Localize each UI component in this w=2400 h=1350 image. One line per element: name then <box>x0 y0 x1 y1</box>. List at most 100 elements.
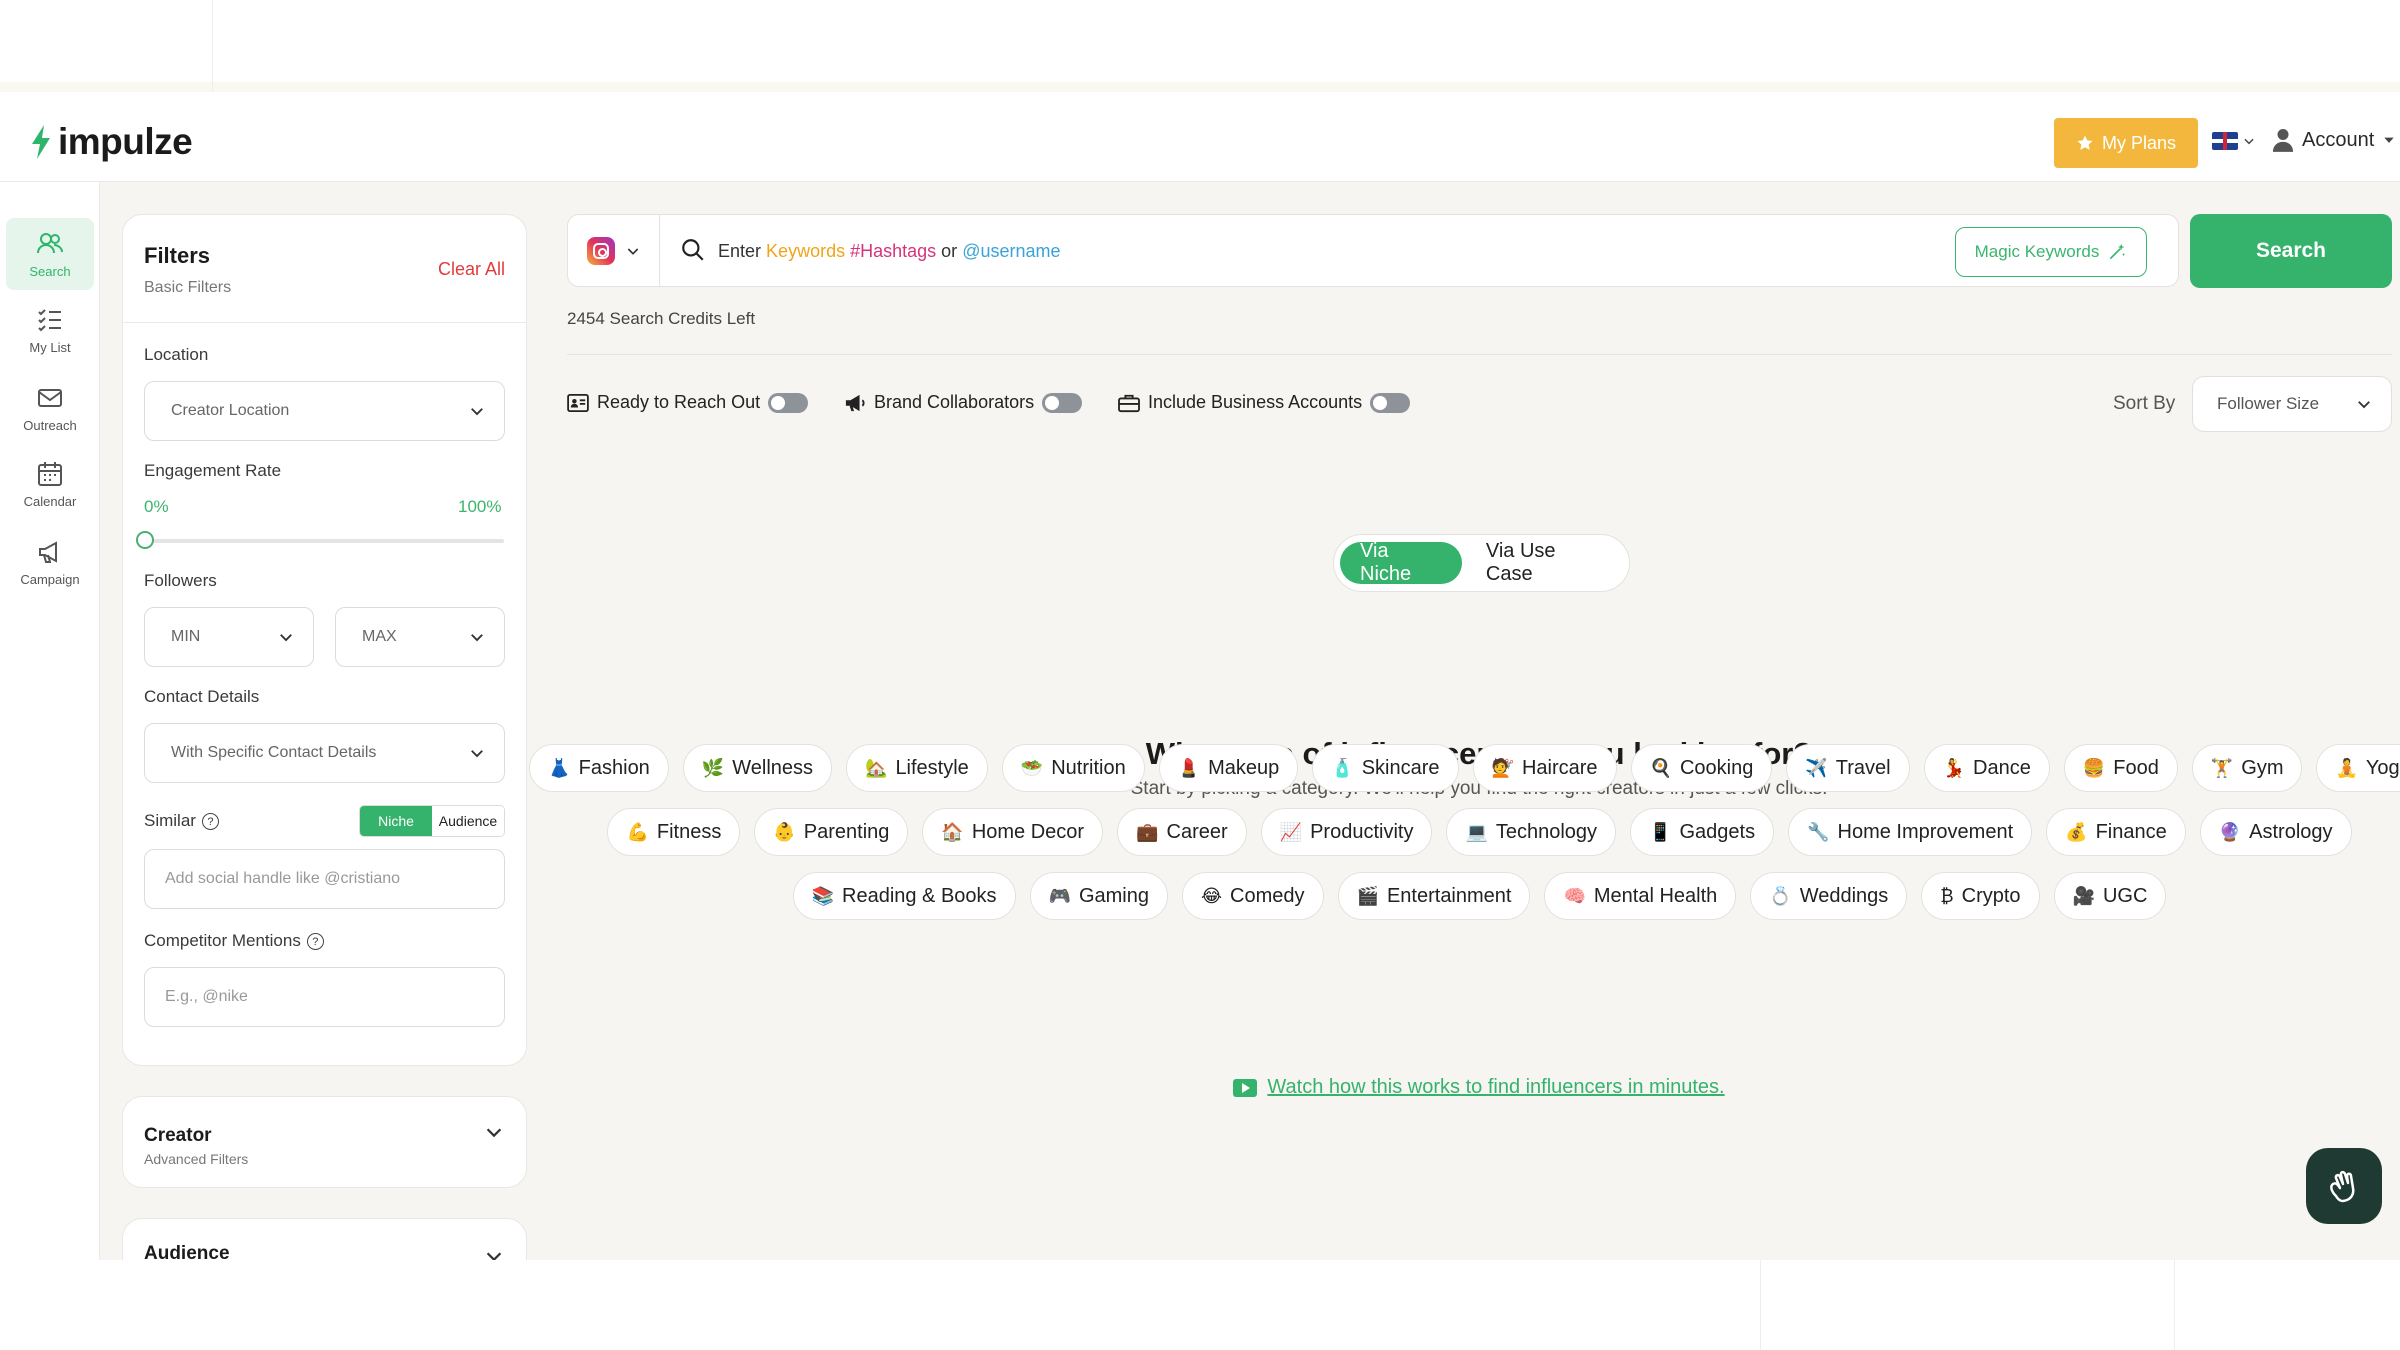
location-select[interactable]: Creator Location <box>144 381 505 441</box>
category-chip-gym[interactable]: 🏋️ Gym <box>2191 744 2303 792</box>
nav-search[interactable]: Search <box>6 218 94 290</box>
chevron-down-icon <box>471 634 483 642</box>
chevron-down-icon <box>2384 137 2394 143</box>
category-chip-travel[interactable]: ✈️ Travel <box>1786 744 1910 792</box>
account-menu[interactable]: Account <box>2272 128 2396 152</box>
engagement-slider-track[interactable] <box>144 539 504 543</box>
logo[interactable]: impulze <box>30 121 193 162</box>
sort-by-label: Sort By <box>2113 393 2176 414</box>
creator-filters-card[interactable]: Creator Advanced Filters <box>122 1096 527 1188</box>
divider <box>567 354 2392 355</box>
chat-widget-button[interactable] <box>2306 1148 2382 1224</box>
search-prefix: Enter <box>718 241 762 261</box>
category-chip-home-improvement[interactable]: 🔧 Home Improvement <box>1788 808 2033 856</box>
category-chip-skincare[interactable]: 🧴 Skincare <box>1312 744 1459 792</box>
magic-keywords-label: Magic Keywords <box>1974 242 2100 261</box>
engagement-slider-thumb[interactable] <box>136 531 154 549</box>
similar-niche-option[interactable]: Niche <box>360 806 432 836</box>
category-chip-astrology[interactable]: 🔮 Astrology <box>2199 808 2352 856</box>
followers-max-value: MAX <box>362 628 397 645</box>
category-emoji-icon: 🔮 <box>2218 822 2242 842</box>
category-chip-parenting[interactable]: 👶 Parenting <box>754 808 909 856</box>
category-chip-gadgets[interactable]: 📱 Gadgets <box>1630 808 1775 856</box>
category-chip-home-decor[interactable]: 🏠 Home Decor <box>922 808 1104 856</box>
star-icon <box>2077 135 2093 150</box>
nav-calendar[interactable]: Calendar <box>6 448 94 520</box>
category-chip-nutrition[interactable]: 🥗 Nutrition <box>1001 744 1145 792</box>
category-label: Fashion <box>578 756 650 779</box>
category-label: Career <box>1166 820 1228 843</box>
nav-campaign[interactable]: Campaign <box>6 526 94 598</box>
watch-link-text: Watch how this works to find influencers… <box>1267 1076 1725 1098</box>
business-switch[interactable] <box>1370 392 1411 413</box>
category-chip-ugc[interactable]: 🎥 UGC <box>2053 872 2167 920</box>
followers-min-select[interactable]: MIN <box>144 607 314 667</box>
category-chip-cooking[interactable]: 🍳 Cooking <box>1630 744 1773 792</box>
category-chip-reading-books[interactable]: 📚 Reading & Books <box>792 872 1016 920</box>
category-chip-fashion[interactable]: 👗 Fashion <box>529 744 669 792</box>
category-chip-food[interactable]: 🍔 Food <box>2063 744 2178 792</box>
ready-to-reach-out-toggle[interactable]: Ready to Reach Out <box>567 392 809 413</box>
category-chip-lifestyle[interactable]: 🏡 Lifestyle <box>846 744 988 792</box>
chevron-down-icon <box>486 1252 502 1260</box>
help-icon[interactable]: ? <box>201 813 219 831</box>
platform-selector[interactable] <box>568 215 660 286</box>
sort-select[interactable]: Follower Size <box>2192 376 2392 432</box>
category-emoji-icon: ₿ <box>1940 886 1954 906</box>
category-label: Technology <box>1495 820 1598 843</box>
language-selector[interactable] <box>2212 132 2256 150</box>
clear-all-link[interactable]: Clear All <box>438 259 505 280</box>
category-chip-makeup[interactable]: 💄 Makeup <box>1158 744 1299 792</box>
ready-switch[interactable] <box>768 392 809 413</box>
my-plans-label: My Plans <box>2101 132 2177 153</box>
search-button[interactable]: Search <box>2190 214 2392 288</box>
category-chip-technology[interactable]: 💻 Technology <box>1446 808 1617 856</box>
brand-collaborators-toggle[interactable]: Brand Collaborators <box>844 392 1083 413</box>
category-chip-career[interactable]: 💼 Career <box>1117 808 1247 856</box>
watch-tutorial-link[interactable]: Watch how this works to find influencers… <box>0 1076 2400 1099</box>
engagement-min: 0% <box>144 497 169 516</box>
category-emoji-icon: 🎥 <box>2072 886 2095 906</box>
ready-label: Ready to Reach Out <box>597 392 761 412</box>
via-niche-tab[interactable]: Via Niche <box>1340 540 1462 585</box>
followers-max-select[interactable]: MAX <box>335 607 505 667</box>
audience-filters-card[interactable]: Audience <box>122 1218 527 1260</box>
category-chip-haircare[interactable]: 💇 Haircare <box>1472 744 1617 792</box>
app-window: impulze My Plans Account Search My List … <box>0 102 2400 1260</box>
category-emoji-icon: 💪 <box>626 822 649 842</box>
similar-handle-input[interactable] <box>144 849 505 909</box>
nav-my-list[interactable]: My List <box>6 294 94 366</box>
category-chip-wellness[interactable]: 🌿 Wellness <box>682 744 833 792</box>
category-label: Lifestyle <box>895 756 969 779</box>
business-accounts-toggle[interactable]: Include Business Accounts <box>1118 392 1411 413</box>
category-chip-comedy[interactable]: 😂 Comedy <box>1182 872 1324 920</box>
location-placeholder: Creator Location <box>171 402 290 419</box>
magic-keywords-button[interactable]: Magic Keywords <box>1955 227 2147 277</box>
checklist-icon <box>38 308 61 331</box>
help-icon[interactable]: ? <box>306 933 324 951</box>
search-input[interactable]: Enter Keywords #Hashtags or @username <box>718 241 1061 262</box>
via-use-case-tab[interactable]: Via Use Case <box>1466 540 1623 585</box>
competitor-input[interactable] <box>144 967 505 1027</box>
similar-audience-option[interactable]: Audience <box>432 806 504 836</box>
category-chip-crypto[interactable]: ₿ Crypto <box>1921 872 2040 920</box>
category-chip-entertainment[interactable]: 🎬 Entertainment <box>1337 872 1531 920</box>
category-chip-productivity[interactable]: 📈 Productivity <box>1260 808 1433 856</box>
category-chip-fitness[interactable]: 💪 Fitness <box>607 808 741 856</box>
instagram-icon <box>586 236 615 265</box>
category-chip-finance[interactable]: 💰 Finance <box>2046 808 2186 856</box>
nav-outreach[interactable]: Outreach <box>6 372 94 444</box>
category-chip-yoga[interactable]: 🧘 Yoga <box>2316 744 2400 792</box>
brand-switch[interactable] <box>1042 392 1083 413</box>
my-plans-button[interactable]: My Plans <box>2054 118 2198 168</box>
category-chip-gaming[interactable]: 🎮 Gaming <box>1029 872 1168 920</box>
category-emoji-icon: 💃 <box>1942 758 1966 778</box>
category-chip-weddings[interactable]: 💍 Weddings <box>1750 872 1908 920</box>
location-label: Location <box>144 345 209 364</box>
business-label: Include Business Accounts <box>1148 392 1363 412</box>
category-chip-dance[interactable]: 💃 Dance <box>1923 744 2050 792</box>
category-label: Fitness <box>656 820 722 843</box>
category-row-2: 💪 Fitness 👶 Parenting 🏠 Home Decor 💼 Career 📈 Pro… <box>567 808 2392 856</box>
category-chip-mental-health[interactable]: 🧠 Mental Health <box>1544 872 1737 920</box>
category-emoji-icon: 🍳 <box>1649 758 1672 778</box>
